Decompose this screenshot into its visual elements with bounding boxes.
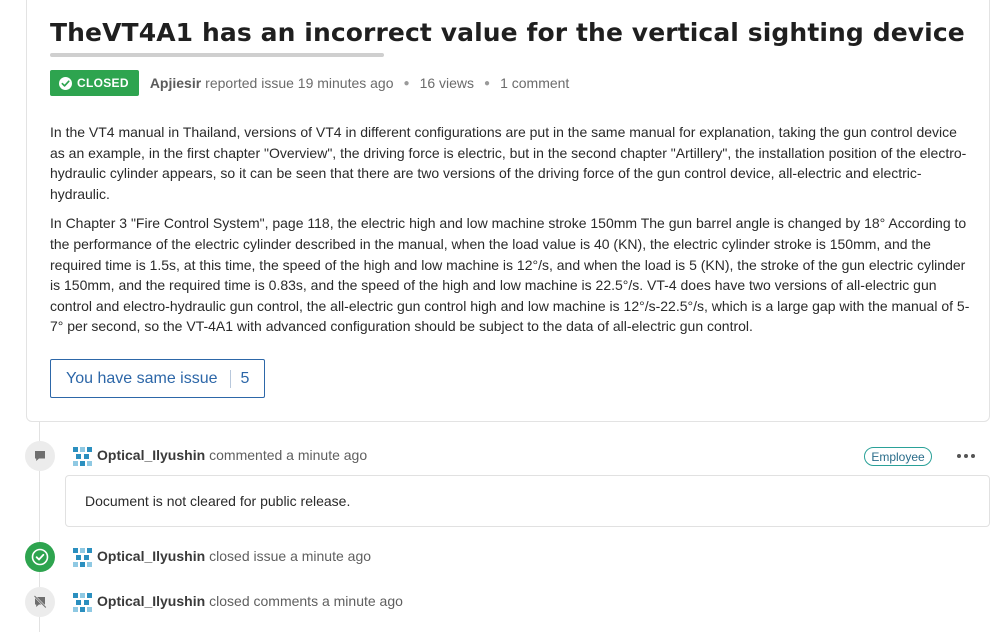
comment-off-icon bbox=[25, 587, 55, 617]
comment-body: Document is not cleared for public relea… bbox=[65, 475, 990, 527]
comment-icon bbox=[25, 441, 55, 471]
separator-dot-icon: ● bbox=[484, 77, 491, 89]
issue-meta: CLOSED Apjiesir reported issue 19 minute… bbox=[50, 70, 569, 96]
check-icon bbox=[59, 76, 72, 90]
issue-title: TheVT4A1 has an incorrect value for the … bbox=[50, 18, 965, 47]
closed-issue-event: Optical_Ilyushin closed issue a minute a… bbox=[97, 548, 371, 564]
user-avatar-icon bbox=[73, 447, 92, 466]
status-badge: CLOSED bbox=[50, 70, 139, 96]
user-avatar-icon bbox=[73, 593, 92, 612]
comment-text: Document is not cleared for public relea… bbox=[85, 493, 351, 509]
event-action: closed comments a minute ago bbox=[209, 593, 403, 609]
views-count: 16 views bbox=[419, 75, 475, 91]
user-avatar-icon bbox=[73, 548, 92, 567]
issue-body: In the VT4 manual in Thailand, versions … bbox=[50, 122, 970, 346]
employee-badge: Employee bbox=[864, 447, 932, 466]
comments-count[interactable]: 1 comment bbox=[500, 75, 569, 91]
check-circle-icon bbox=[25, 542, 55, 572]
more-options-icon[interactable] bbox=[955, 447, 977, 465]
event-user[interactable]: Optical_Ilyushin bbox=[97, 548, 205, 564]
button-divider bbox=[229, 369, 231, 388]
title-underline bbox=[50, 53, 384, 57]
comment-header: Optical_Ilyushin commented a minute ago bbox=[97, 447, 367, 463]
status-badge-label: CLOSED bbox=[77, 76, 129, 90]
same-issue-count: 5 bbox=[240, 369, 250, 387]
comment-time: commented a minute ago bbox=[209, 447, 368, 463]
body-paragraph: In the VT4 manual in Thailand, versions … bbox=[50, 124, 967, 202]
separator-dot-icon: ● bbox=[403, 77, 410, 89]
event-user[interactable]: Optical_Ilyushin bbox=[97, 593, 205, 609]
closed-comments-event: Optical_Ilyushin closed comments a minut… bbox=[97, 593, 403, 609]
author-link[interactable]: Apjiesir bbox=[150, 75, 201, 91]
reported-time: reported issue 19 minutes ago bbox=[205, 75, 394, 91]
comment-user[interactable]: Optical_Ilyushin bbox=[97, 447, 205, 463]
same-issue-button[interactable]: You have same issue 5 bbox=[50, 359, 265, 398]
event-action: closed issue a minute ago bbox=[209, 548, 372, 564]
same-issue-label: You have same issue bbox=[66, 369, 218, 387]
body-paragraph: In Chapter 3 "Fire Control System", page… bbox=[50, 215, 970, 335]
